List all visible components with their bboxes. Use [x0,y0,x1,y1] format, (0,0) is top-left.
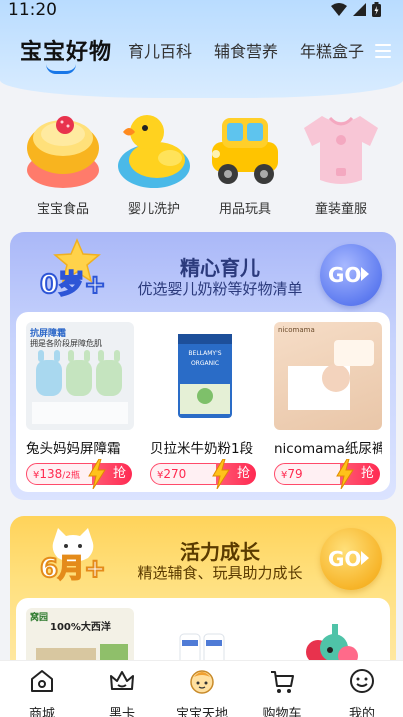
tab-baby-food-nutrition[interactable]: 辅食营养 [214,38,278,62]
tab-niangao-box[interactable]: 年糕盒子 [300,38,364,62]
category-kids-clothing[interactable]: 童装童服 [298,108,384,217]
signal-icon [353,3,366,16]
product-image: nicomama [274,322,382,430]
category-row: 宝宝食品 婴儿洗护 用品玩具 童装童服 [0,108,403,218]
go-label: GO [328,547,362,571]
tab-mall[interactable]: 商城 [2,667,82,717]
tab-label: 商城 [28,707,55,717]
tab-label: 我的 [348,707,375,717]
age-badge-text: 0岁+ [39,269,107,301]
toy-car-icon [206,108,284,190]
product-image-text: ORGANIC [190,360,220,367]
product-card[interactable]: 抗屏障霜 拥是各阶段屏障危肌 兔头妈妈屏障霜 ¥138/2瓶 抢 [26,322,134,489]
category-label: 宝宝食品 [36,202,89,217]
status-time: 11:20 [8,0,57,20]
category-supplies-toys[interactable]: 用品玩具 [202,108,288,217]
tab-label: 宝宝天地 [175,707,228,717]
baby-face-icon [190,670,214,694]
category-label: 童装童服 [314,202,367,217]
product-name: 贝拉米牛奶粉1段 [150,441,254,457]
status-bar: 11:20 [0,0,403,22]
rubber-duck-icon [115,108,193,190]
tab-baby-world[interactable]: 宝宝天地 [162,667,242,717]
promo-title: 活力成长 [180,540,260,564]
brand-smile-icon [46,64,76,74]
age-badge: 6月+ [30,522,120,592]
promo-card-newborn[interactable]: 0岁+ 精心育儿 优选婴儿奶粉等好物清单 GO 抗屏障霜 拥是各阶段屏障危肌 兔… [10,232,396,500]
lightning-icon [212,459,230,489]
category-baby-care[interactable]: 婴儿洗护 [111,108,197,217]
cart-icon [271,671,294,693]
product-card[interactable]: nicomama nicomama纸尿裤 ¥79 抢 [274,322,382,489]
tab-label: 购物车 [262,707,302,717]
brand-title[interactable]: 宝宝好物 [20,34,112,66]
price-row[interactable]: ¥138/2瓶 抢 [26,459,132,489]
product-card[interactable]: BELLAMY'S ORGANIC 贝拉米牛奶粉1段 ¥270 抢 [150,322,258,489]
lightning-icon [88,459,106,489]
product-name: nicomama纸尿裤 [274,441,382,457]
bottom-tab-bar: 商城 黑卡 宝宝天地 购物车 我的 [0,660,403,717]
product-image: 抗屏障霜 拥是各阶段屏障危肌 [26,322,134,430]
price-row[interactable]: ¥270 抢 [150,459,256,489]
wifi-icon [331,3,347,16]
age-badge-text: 6月+ [39,553,107,585]
category-label: 用品玩具 [218,202,271,217]
tab-label: 黑卡 [108,707,135,717]
profile-icon [350,669,374,693]
price-row[interactable]: ¥79 抢 [274,459,380,489]
baby-onesie-icon [302,108,380,190]
tab-me[interactable]: 我的 [322,667,402,717]
tab-black-card[interactable]: 黑卡 [82,667,162,717]
product-image: BELLAMY'S ORGANIC [150,322,258,430]
category-baby-food[interactable]: 宝宝食品 [20,108,106,217]
category-label: 婴儿洗护 [127,202,180,217]
tab-cart[interactable]: 购物车 [242,667,322,717]
menu-icon[interactable] [375,44,391,58]
go-button[interactable]: GO [320,528,382,590]
promo-subtitle: 精选辅食、玩具助力成长 [137,564,303,582]
tab-parenting-wiki[interactable]: 育儿百科 [128,38,192,62]
promo-card-growth[interactable]: 6月+ 活力成长 精选辅食、玩具助力成长 GO 窝园 100%大西洋 [10,516,396,676]
pudding-bowl-icon [24,108,102,190]
lightning-icon [336,459,354,489]
go-button[interactable]: GO [320,244,382,306]
product-name: 兔头妈妈屏障霜 [26,441,121,457]
age-badge: 0岁+ [30,238,120,308]
product-list: 抗屏障霜 拥是各阶段屏障危肌 兔头妈妈屏障霜 ¥138/2瓶 抢 BELLAMY… [16,312,390,492]
header-background: 11:20 宝宝好物 育儿百科 辅食营养 年糕盒子 [0,0,403,98]
home-icon [31,670,53,692]
promo-title: 精心育儿 [180,256,260,280]
promo-subtitle: 优选婴儿奶粉等好物清单 [137,280,303,298]
play-arrow-icon [361,267,369,281]
play-arrow-icon [361,551,369,565]
top-nav: 宝宝好物 育儿百科 辅食营养 年糕盒子 [0,30,403,74]
status-icons [331,2,381,17]
battery-icon [372,2,381,17]
product-image-text: BELLAMY'S [188,350,222,357]
crown-icon [110,671,134,690]
go-label: GO [328,263,362,287]
